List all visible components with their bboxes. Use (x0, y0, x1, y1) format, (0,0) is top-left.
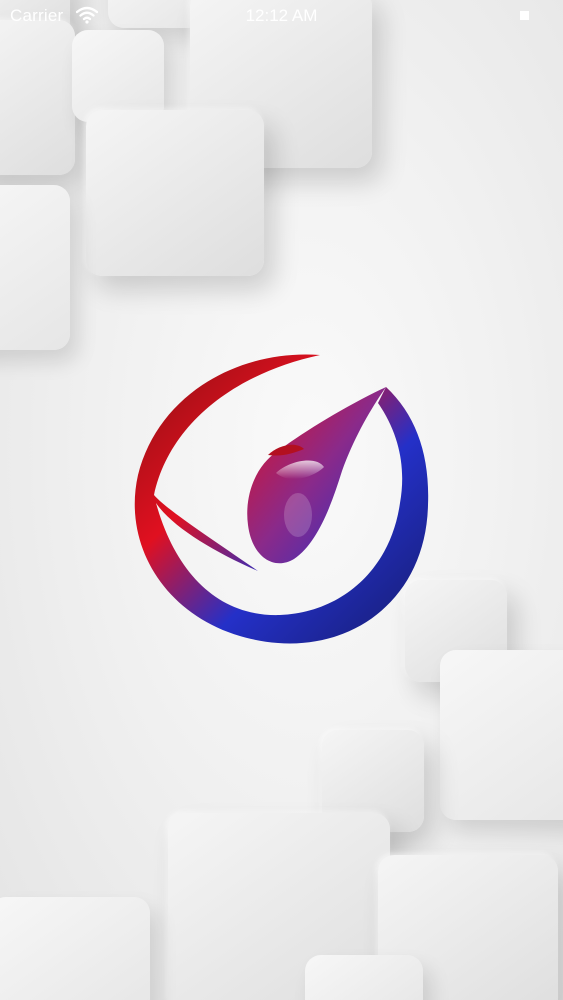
bg-tile (72, 30, 164, 122)
bg-tile (305, 955, 423, 1000)
battery-icon (520, 11, 529, 20)
bg-tile (0, 20, 75, 175)
bg-tile (86, 110, 264, 276)
bg-tile (0, 897, 150, 1000)
bg-tile (0, 185, 70, 350)
status-time: 12:12 AM (245, 6, 318, 25)
splash-screen: Carrier 12:12 AM (0, 0, 563, 1000)
brand-swirl-logo (134, 354, 429, 644)
status-bar: Carrier 12:12 AM (0, 0, 563, 34)
bg-tile (440, 650, 563, 820)
